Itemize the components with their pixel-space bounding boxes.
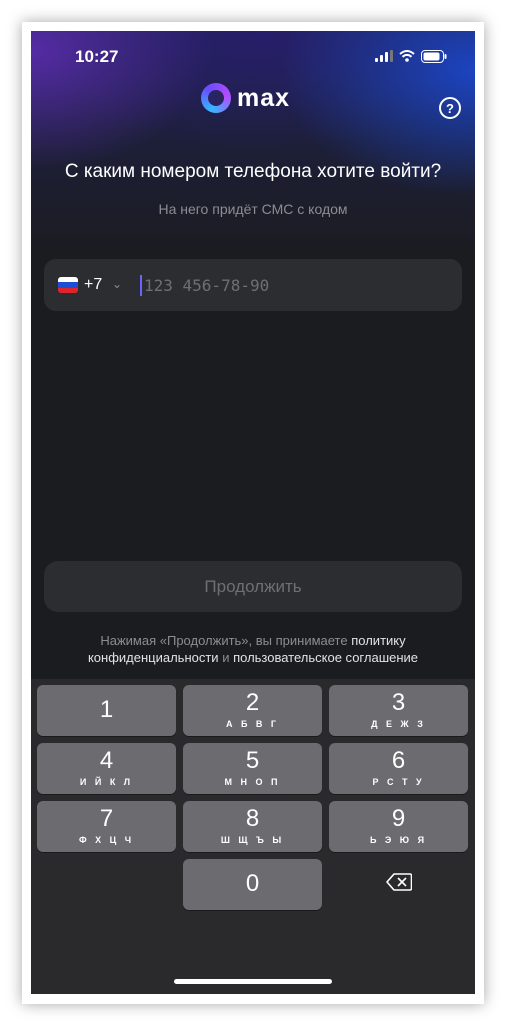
key-9[interactable]: 9 Ь Э Ю Я (329, 801, 468, 852)
page-subtitle: На него придёт СМС с кодом (158, 201, 348, 217)
key-letters: Ь Э Ю Я (369, 835, 428, 845)
phone-input[interactable]: 123 456-78-90 (144, 276, 269, 295)
key-letters: Ш Щ Ъ Ы (220, 835, 285, 845)
key-digit: 6 (391, 747, 406, 774)
key-5[interactable]: 5 М Н О П (183, 743, 322, 794)
page-title: С каким номером телефона хотите войти? (64, 161, 442, 182)
key-digit: 1 (99, 696, 114, 723)
key-digit: 8 (245, 805, 260, 832)
status-icons (375, 49, 447, 63)
russia-flag-icon[interactable] (58, 277, 78, 293)
key-4[interactable]: 4 И Й К Л (37, 743, 176, 794)
key-2[interactable]: 2 А Б В Г (183, 685, 322, 736)
key-digit: 7 (99, 805, 114, 832)
app-screen: 10:27 max ? С каким номером телефона хот… (31, 31, 475, 994)
logo-text: max (237, 83, 291, 112)
key-digit: 0 (245, 870, 260, 897)
key-digit: 2 (245, 689, 260, 716)
key-letters: М Н О П (224, 777, 281, 787)
key-letters: И Й К Л (79, 777, 134, 787)
key-digit: 5 (245, 747, 260, 774)
help-button[interactable]: ? (439, 97, 461, 119)
privacy-policy-link-part1[interactable]: политику (351, 633, 405, 648)
wifi-icon (399, 50, 415, 62)
key-1[interactable]: 1 (37, 685, 176, 736)
phone-field[interactable]: +7 ⌄ 123 456-78-90 (44, 259, 462, 311)
battery-icon (421, 49, 447, 63)
key-letters: Р С Т У (372, 777, 425, 787)
question-icon: ? (446, 100, 454, 116)
terms-prefix: Нажимая «Продолжить», вы принимаете (100, 633, 348, 648)
key-digit: 3 (391, 689, 406, 716)
backspace-icon (385, 872, 412, 891)
key-digit: 4 (99, 747, 114, 774)
app-logo: max (201, 83, 290, 113)
terms-and: и (222, 650, 230, 665)
max-logo-icon (201, 83, 231, 113)
continue-button[interactable]: Продолжить (44, 561, 462, 612)
numeric-keypad: 1 2 А Б В Г 3 Д Е Ж З 4 И Й К Л 5 М Н О … (31, 679, 475, 994)
user-agreement-link[interactable]: пользовательское соглашение (233, 650, 418, 665)
key-digit: 9 (391, 805, 406, 832)
text-cursor (140, 275, 142, 296)
backspace-key[interactable] (329, 856, 468, 907)
status-time: 10:27 (75, 47, 119, 66)
key-6[interactable]: 6 Р С Т У (329, 743, 468, 794)
key-letters: Д Е Ж З (371, 719, 426, 729)
chevron-down-icon[interactable]: ⌄ (112, 277, 122, 291)
home-indicator[interactable] (174, 979, 332, 984)
key-7[interactable]: 7 Ф Х Ц Ч (37, 801, 176, 852)
cellular-signal-icon (375, 50, 393, 62)
country-code[interactable]: +7 (84, 276, 102, 294)
key-8[interactable]: 8 Ш Щ Ъ Ы (183, 801, 322, 852)
key-3[interactable]: 3 Д Е Ж З (329, 685, 468, 736)
key-letters: А Б В Г (225, 719, 280, 729)
key-letters: Ф Х Ц Ч (78, 835, 135, 845)
terms-text: Нажимая «Продолжить», вы принимаете поли… (31, 632, 475, 666)
privacy-policy-link-part2[interactable]: конфиденциальности (88, 650, 219, 665)
key-0[interactable]: 0 (183, 859, 322, 910)
